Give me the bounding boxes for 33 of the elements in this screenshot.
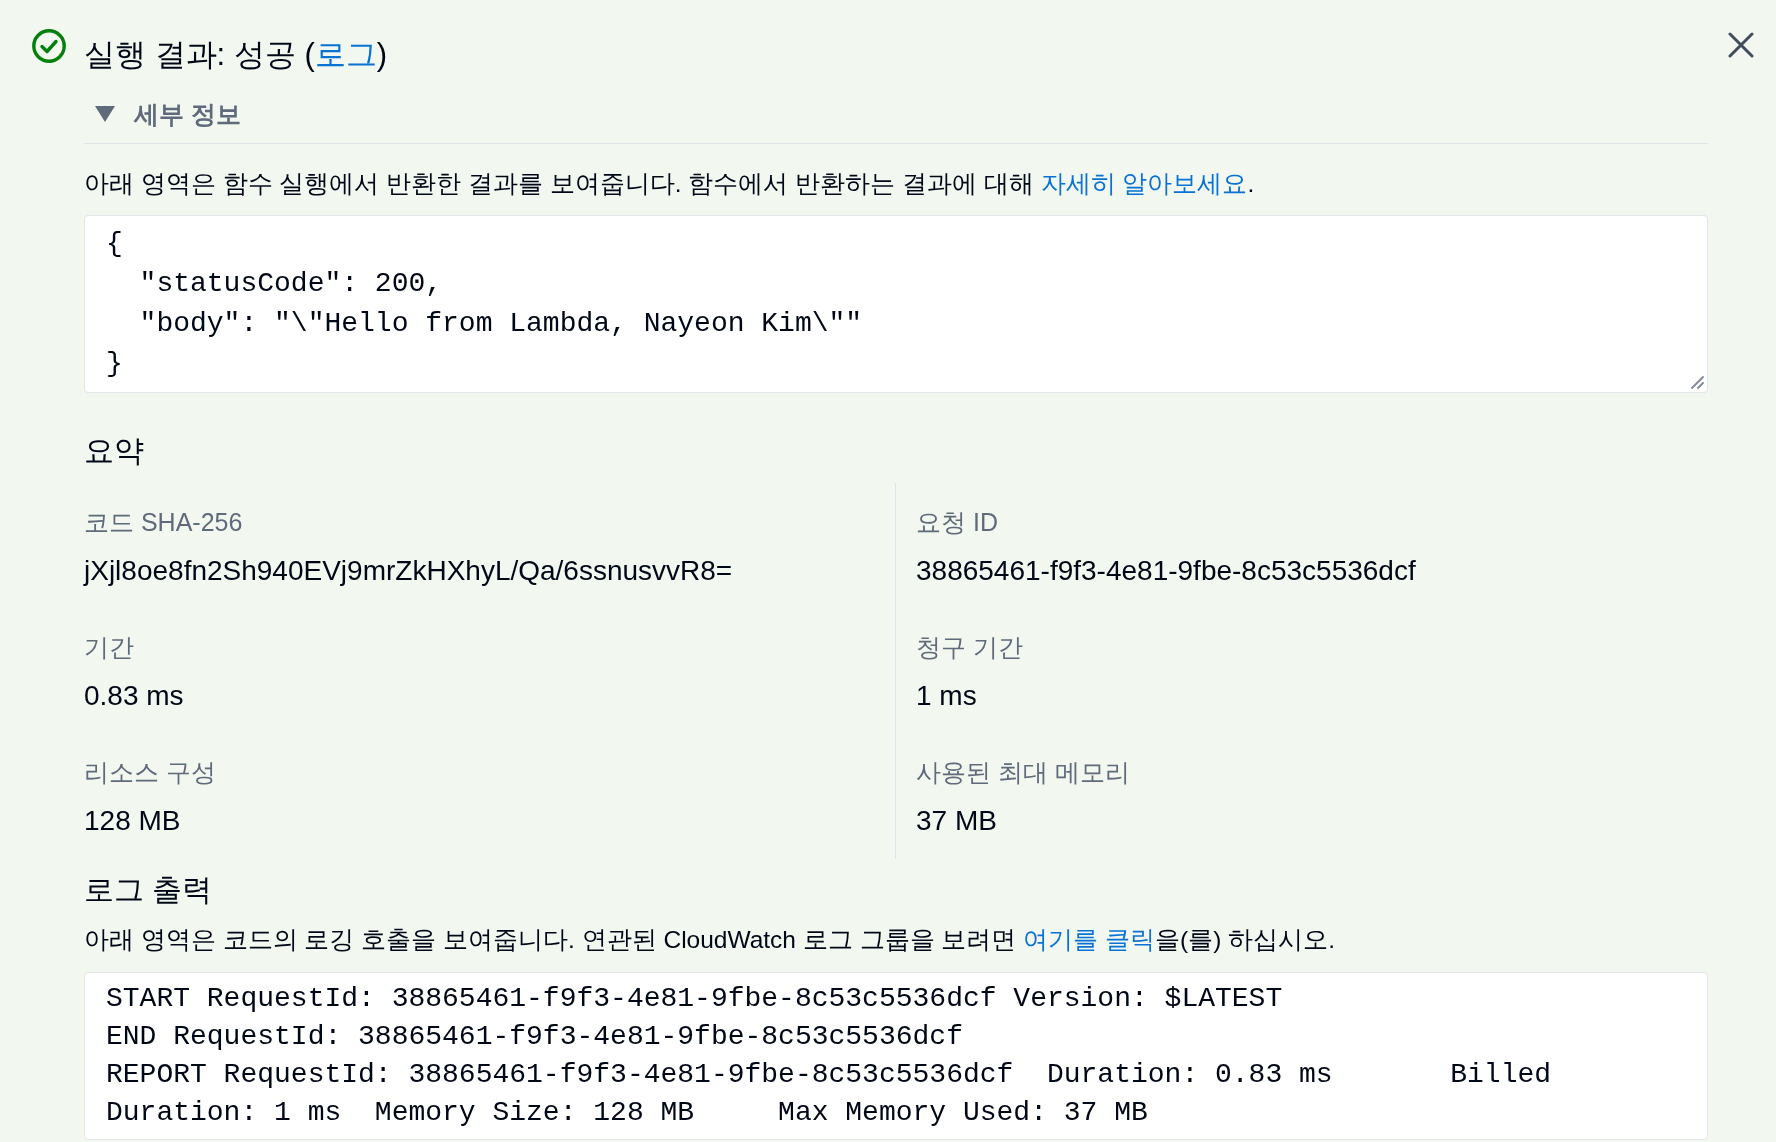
summary-value: 0.83 ms [84, 679, 184, 713]
code-line: "statusCode": 200, [138, 267, 444, 301]
log-link[interactable]: 로그 [314, 37, 377, 72]
log-line: REPORT RequestId: 38865461-f9f3-4e81-9fbe-8c53c5536dcf Duration: 0.83 ms Billed [106, 1058, 1553, 1092]
description-text: 아래 영역은 함수 실행에서 반환한 결과를 보여줍니다. 함수에서 반환하는 결과에 대해 자세히 알아보세요. [84, 169, 1256, 199]
summary-label: 청구 기간 [916, 632, 1023, 663]
summary-value: jXjl8oe8fn2Sh940EVj9mrZkHXhyL/Qa/6ssnusvvR8= [84, 554, 733, 588]
summary-label: 기간 [84, 632, 134, 663]
summary-value: 1 ms [916, 679, 977, 713]
log-line: Duration: 1 ms Memory Size: 128 MB Max Memory Used: 37 MB [106, 1096, 1149, 1130]
log-description-text: 아래 영역은 코드의 로깅 호출을 보여줍니다. 연관된 CloudWatch 로그 그룹을 보려면 여기를 클릭 을(를) 하십시오. [84, 925, 1336, 955]
code-line: { [106, 227, 124, 261]
summary-label: 리소스 구성 [84, 757, 216, 788]
summary-heading: 요약 [84, 433, 145, 469]
summary-value: 128 MB [84, 804, 181, 838]
details-toggle[interactable]: 세부 정보 [95, 96, 241, 132]
summary-label: 코드 SHA-256 [84, 507, 243, 538]
log-output-heading: 로그 출력 [84, 872, 214, 908]
response-textarea[interactable]: { "statusCode": 200, "body": "\"Hello from Lambda, Nayeon Kim\"" } [84, 215, 1708, 393]
click-here-link[interactable]: 여기를 클릭 [1023, 926, 1156, 953]
log-line: START RequestId: 38865461-f9f3-4e81-9fbe-8c53c5536dcf Version: $LATEST [106, 982, 1284, 1016]
summary-label: 사용된 최대 메모리 [916, 757, 1130, 788]
result-title: 실행 결과: 성공 (로그) [84, 36, 389, 74]
log-line: END RequestId: 38865461-f9f3-4e81-9fbe-8c53c5536dcf [106, 1020, 964, 1054]
close-icon [1728, 32, 1754, 58]
summary-value: 38865461-f9f3-4e81-9fbe-8c53c5536dcf [916, 554, 1416, 588]
code-line: "body": "\"Hello from Lambda, Nayeon Kim\"" [138, 307, 864, 341]
success-check-icon [32, 29, 66, 63]
summary-value: 37 MB [916, 804, 997, 838]
code-line: } [106, 347, 124, 381]
learn-more-link[interactable]: 자세히 알아보세요 [1040, 170, 1248, 197]
resize-handle-icon[interactable] [1690, 375, 1704, 389]
summary-label: 요청 ID [916, 507, 998, 538]
